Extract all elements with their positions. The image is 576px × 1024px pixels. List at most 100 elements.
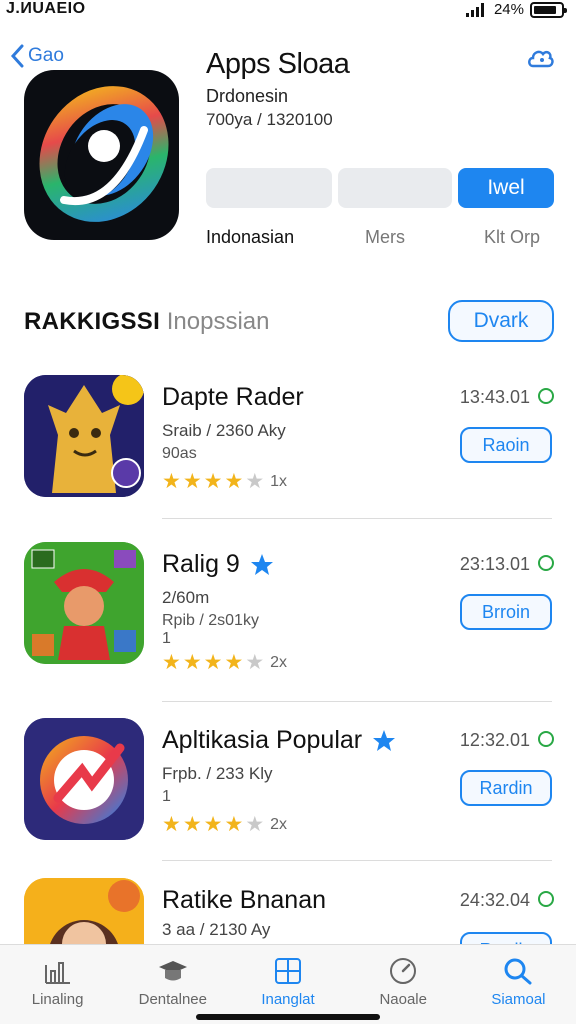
info-label-extra: Klt Orp (484, 227, 541, 247)
app-info: Sraib / 2360 Aky (162, 421, 286, 440)
divider (162, 701, 552, 702)
cloud-icon[interactable] (526, 46, 554, 77)
chevron-left-icon (10, 44, 24, 68)
star-empty-icon: ★ (245, 470, 265, 493)
star-filled-icon: ★ (224, 651, 244, 674)
star-filled-icon: ★ (162, 813, 181, 836)
list-item[interactable]: Ratike Bnanan 3 aa / 2130 Ay 24:32.04 Ra… (0, 878, 576, 944)
app-get-button[interactable]: Rardin (460, 932, 552, 944)
star-filled-icon: ★ (224, 813, 244, 836)
signal-icon (465, 2, 484, 17)
star-filled-icon: ★ (162, 651, 181, 674)
app-name-text: Ralig 9 (162, 550, 240, 578)
app-time: 24:32.04 (459, 890, 530, 910)
section-title-light: Inopssian (166, 308, 270, 335)
star-filled-icon: ★ (182, 651, 202, 674)
star-filled-icon: ★ (182, 813, 202, 836)
battery-percent: 24% (493, 1, 524, 18)
tab-education[interactable]: Dentalnee (115, 945, 230, 1024)
back-button[interactable]: Gao (10, 44, 64, 68)
star-badge-icon (250, 553, 273, 575)
back-label: Gao (28, 45, 64, 66)
chart-icon (44, 962, 70, 984)
star-empty-icon: ★ (245, 651, 265, 674)
app-name: Ratike Bnanan (162, 886, 326, 915)
app-time: 23:13.01 (459, 554, 530, 574)
home-indicator (196, 1014, 380, 1020)
tab-label: Linaling (31, 991, 84, 1008)
get-app-button[interactable]: Iwel (458, 168, 554, 208)
placeholder-button-1[interactable] (206, 168, 332, 208)
app-get-button[interactable]: Brroin (460, 594, 552, 630)
tab-gauge[interactable]: Naoale (346, 945, 461, 1024)
rating-count: 2x (270, 653, 288, 671)
tab-label: Siamoal (491, 991, 546, 1008)
tab-label: Naoale (379, 991, 427, 1008)
section-title: RAKKIGSSI Inopssian (24, 308, 269, 336)
app-info-secondary: Rpib / 2s01ky (162, 612, 259, 629)
status-bar: J.ИUAEIO 24% (0, 0, 576, 22)
status-dot-icon (538, 731, 554, 747)
rating-stars: ★ ★ ★ ★ ★ 2x (162, 650, 287, 675)
gauge-icon (390, 958, 417, 984)
rating-count: 1x (270, 472, 288, 490)
app-title: Apps Sloaa (206, 48, 350, 80)
tab-label: Dentalnee (138, 991, 207, 1008)
search-icon (504, 958, 532, 985)
app-time: 12:32.01 (459, 730, 530, 750)
app-info: Frpb. / 233 Kly (162, 764, 273, 783)
star-filled-icon: ★ (203, 813, 223, 836)
star-filled-icon: ★ (162, 470, 181, 493)
tab-search[interactable]: Siamoal (461, 945, 576, 1024)
rating-stars: ★ ★ ★ ★ ★ 1x (162, 469, 287, 494)
star-filled-icon: ★ (182, 470, 202, 493)
app-get-button[interactable]: Raoin (460, 427, 552, 463)
app-get-button[interactable]: Rardin (460, 770, 552, 806)
app-name: Ralig 9 (162, 550, 274, 579)
info-label-more: Mers (365, 227, 405, 247)
app-info-secondary: 1 (162, 788, 171, 805)
divider (162, 518, 552, 519)
star-filled-icon: ★ (224, 470, 244, 493)
status-time: J.ИUAEIO (6, 0, 86, 17)
app-name-text: Apltikasia Popular (162, 726, 363, 754)
star-filled-icon: ★ (203, 470, 223, 493)
status-dot-icon (538, 891, 554, 907)
list-item[interactable]: Ralig 9 2/60m Rpib / 2s01ky 1 ★ ★ ★ ★ ★ 2x 23… (0, 542, 576, 712)
status-dot-icon (538, 555, 554, 571)
app-thumbnail-icon (24, 878, 144, 944)
section-action-button[interactable]: Dvark (448, 300, 554, 342)
star-empty-icon: ★ (245, 813, 265, 836)
star-filled-icon: ★ (203, 651, 223, 674)
info-label-language: Indonasian (206, 227, 295, 247)
app-thumbnail-icon (24, 542, 144, 664)
tab-label: Inanglat (261, 991, 315, 1008)
app-meta: 700ya / 1320100 (206, 110, 333, 129)
tab-chart[interactable]: Linaling (0, 945, 115, 1024)
grid-icon (275, 958, 301, 984)
graduation-cap-icon (158, 961, 187, 981)
app-thumbnail-icon (24, 375, 144, 497)
app-info-tertiary: 1 (162, 630, 171, 647)
status-dot-icon (538, 388, 554, 404)
app-time: 13:43.01 (459, 387, 530, 407)
placeholder-button-2[interactable] (338, 168, 452, 208)
tab-bar: Linaling Dentalnee Inanglat Naoale Siamo… (0, 944, 576, 1024)
battery-icon (530, 1, 567, 18)
list-item[interactable]: Apltikasia Popular Frpb. / 233 Kly 1 ★ ★ ★… (0, 718, 576, 888)
rating-stars: ★ ★ ★ ★ ★ 2x (162, 812, 287, 837)
app-name: Dapte Rader (162, 383, 304, 412)
app-info-secondary: 90as (162, 445, 197, 462)
tab-grid[interactable]: Inanglat (230, 945, 345, 1024)
divider (162, 860, 552, 861)
rating-count: 2x (270, 815, 288, 833)
app-name: Apltikasia Popular (162, 726, 396, 755)
list-item[interactable]: Dapte Rader Sraib / 2360 Aky 90as ★ ★ ★ ★ ★ 1… (0, 375, 576, 545)
app-info: 3 aa / 2130 Ay (162, 920, 271, 939)
app-subtitle: Drdonesin (206, 86, 289, 106)
app-name-text: Dapte Rader (162, 383, 304, 411)
section-title-strong: RAKKIGSSI (24, 308, 161, 335)
app-thumbnail-icon (24, 718, 144, 840)
app-name-text: Ratike Bnanan (162, 886, 327, 914)
app-icon (24, 70, 179, 240)
